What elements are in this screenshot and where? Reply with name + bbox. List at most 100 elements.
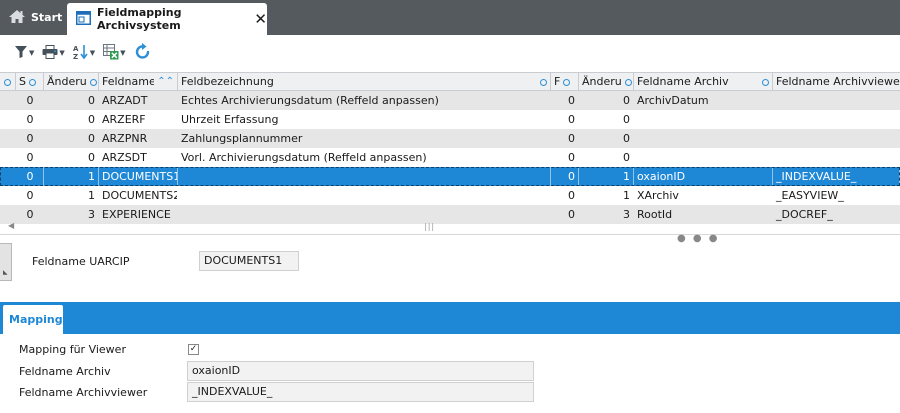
scroll-left-icon[interactable]: ◀ [8,221,14,230]
table-cell-viewer [773,148,900,167]
mapping-viewer-checkbox[interactable]: ✓ [188,344,199,355]
print-button[interactable]: ▼ [40,40,66,66]
table-cell-f: 0 [568,189,575,202]
table-cell-archiv [634,129,773,148]
table-cell-bez [178,167,551,186]
table-cell-archiv [634,148,773,167]
table-cell-aend2: 0 [623,151,630,164]
column-header-feldname-archivviewer[interactable]: Feldname Archivviewer [773,73,900,91]
toolbar: ▼ ▼ A Z ▼ ▼ [0,35,900,71]
table-row[interactable]: 0 1 DOCUMENTS1 0 1 oxaionID _INDEXVALUE_ [0,167,900,186]
mapping-panel-bar [0,302,900,334]
table-row[interactable]: 0 0 ARZSDT Vorl. Archivierungsdatum (Reffel… [0,148,900,167]
column-options-icon[interactable] [28,78,36,86]
column-options-icon[interactable] [624,78,632,86]
chevron-down-icon: ▼ [89,49,96,57]
table-cell-aend: 0 [88,113,95,126]
column-header-feldname-archiv[interactable]: Feldname Archiv [634,73,773,91]
column-header-feldbezeichnung[interactable]: Feldbezeichnung [178,73,551,91]
chevron-down-icon: ▼ [29,49,35,57]
sort-az-icon: A Z [73,44,89,63]
splitter-handle-icon[interactable]: ● ● ● [677,233,720,244]
table-cell-f: 0 [551,167,579,186]
filter-button[interactable]: ▼ [12,40,36,66]
table-cell-feldname: ARZERF [102,113,146,126]
table-cell-viewer: _INDEXVALUE_ [773,167,900,186]
scroll-thumb[interactable]: ||| [424,222,435,231]
data-grid: S Änderu Feldname ⌃⌃ Feldbezeichnung F Ä… [0,72,900,224]
feldname-archiv-label: Feldname Archiv [19,365,111,378]
refresh-icon [134,42,152,64]
column-options-icon[interactable] [563,78,571,86]
table-cell-f: 0 [568,132,575,145]
window-icon [76,10,91,28]
table-row[interactable]: 0 0 ARZADT Echtes Archivierungsdatum (Reffe… [0,91,900,110]
table-cell-viewer [773,91,900,110]
column-options-icon[interactable] [540,78,547,86]
grid-header: S Änderu Feldname ⌃⌃ Feldbezeichnung F Ä… [0,72,900,91]
table-cell-archiv: ArchivDatum [637,94,709,107]
table-cell-aend2: 0 [623,113,630,126]
table-cell-bez: Echtes Archivierungsdatum (Reffeld anpas… [181,94,439,107]
table-cell-s: 0 [26,94,34,107]
table-cell-s: 0 [26,113,34,126]
svg-text:Z: Z [73,53,78,60]
expand-icon: ◣ [3,269,8,276]
table-cell-viewer [773,129,900,148]
close-icon[interactable]: ✕ [254,11,267,27]
column-header-feldname[interactable]: Feldname ⌃⌃ [99,73,178,91]
table-cell-aend2: 1 [623,189,630,202]
tab-bar: Start Fieldmapping Archivsystem ✕ [0,0,900,35]
export-excel-button[interactable]: ▼ [101,40,127,66]
table-cell-feldname: ARZPNR [102,132,148,145]
filter-icon [14,45,28,62]
refresh-button[interactable] [132,40,154,66]
table-cell-s: 0 [0,167,44,186]
table-row[interactable]: 0 1 DOCUMENTS2 0 1 XArchiv _EASYVIEW_ [0,186,900,205]
table-cell-bez [178,186,551,205]
home-icon [8,9,26,27]
table-cell-s: 0 [26,151,34,164]
uarcip-field[interactable]: DOCUMENTS1 [199,251,299,271]
column-header-aenderung[interactable]: Änderu [44,73,99,91]
tab-start[interactable]: Start [0,0,64,35]
column-options-icon[interactable] [762,78,769,86]
table-cell-feldname: DOCUMENTS1 [99,167,178,186]
table-cell-aend: 0 [88,132,95,145]
uarcip-label: Feldname UARCIP [32,255,130,268]
sort-button[interactable]: A Z ▼ [71,40,97,66]
tab-mapping[interactable]: Mapping [3,305,63,334]
table-cell-s: 0 [26,132,34,145]
feldname-archiv-field[interactable]: oxaionID [187,361,534,381]
tab-start-label: Start [31,11,63,24]
table-cell-f: 0 [568,94,575,107]
table-cell-viewer: _EASYVIEW_ [776,189,844,202]
table-cell-aend: 1 [88,189,95,202]
table-cell-feldname: ARZADT [102,94,148,107]
table-cell-aend: 0 [88,151,95,164]
table-cell-f: 0 [568,113,575,126]
collapse-side-tab[interactable]: ◣ [0,243,12,281]
print-icon [42,44,58,62]
feldname-archivviewer-field[interactable]: _INDEXVALUE_ [187,382,534,402]
select-column-header[interactable] [0,73,16,91]
table-cell-viewer [773,110,900,129]
sort-ascending-icon[interactable]: ⌃⌃ [157,73,174,91]
table-cell-archiv: XArchiv [637,189,679,202]
table-cell-bez: Vorl. Archivierungsdatum (Reffeld anpass… [181,151,427,164]
tab-fieldmapping[interactable]: Fieldmapping Archivsystem ✕ [67,3,267,35]
horizontal-scrollbar[interactable]: ◀ ||| [0,221,900,235]
table-row[interactable]: 0 0 ARZERF Uhrzeit Erfassung 0 0 [0,110,900,129]
table-cell-feldname: DOCUMENTS2 [102,189,178,202]
column-options-icon[interactable] [89,78,97,86]
feldname-archivviewer-label: Feldname Archivviewer [19,386,148,399]
table-cell-archiv [634,110,773,129]
column-options-icon[interactable] [4,78,11,86]
column-header-aenderung-2[interactable]: Änderu [579,73,634,91]
column-header-s[interactable]: S [16,73,44,91]
table-cell-aend2: 1 [579,167,634,186]
table-cell-archiv: oxaionID [634,167,773,186]
excel-icon [103,43,119,63]
column-header-f[interactable]: F [551,73,579,91]
table-row[interactable]: 0 0 ARZPNR Zahlungsplannummer 0 0 [0,129,900,148]
